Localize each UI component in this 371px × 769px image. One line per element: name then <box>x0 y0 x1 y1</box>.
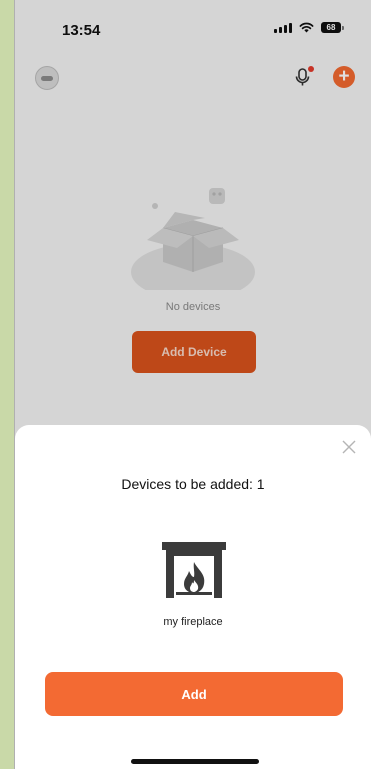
sheet-title: Devices to be added: 1 <box>121 476 265 492</box>
close-icon[interactable] <box>341 439 357 455</box>
home-top-bar: + <box>15 64 371 90</box>
add-device-button[interactable]: Add Device <box>132 331 256 373</box>
user-avatar-icon[interactable] <box>35 66 59 90</box>
add-button[interactable]: Add <box>45 672 343 716</box>
notification-dot <box>308 66 314 72</box>
empty-box-illustration <box>131 188 255 290</box>
status-time: 13:54 <box>62 22 101 39</box>
status-bar: 13:54 68 <box>15 0 371 56</box>
status-icons: 68 <box>274 22 344 33</box>
device-name: my fireplace <box>163 616 223 628</box>
wifi-icon <box>299 22 314 33</box>
home-indicator <box>131 759 259 764</box>
microphone-icon[interactable] <box>292 66 314 88</box>
phone-screen: 13:54 68 + No devices Add Device Devices… <box>14 0 371 769</box>
devices-to-add-sheet: Devices to be added: 1 my fireplace Add <box>15 425 371 769</box>
cellular-signal-icon <box>274 22 292 33</box>
fireplace-icon[interactable] <box>162 542 226 598</box>
no-devices-text: No devices <box>165 301 221 313</box>
battery-icon: 68 <box>321 22 344 33</box>
plus-circle-icon[interactable]: + <box>333 66 355 88</box>
